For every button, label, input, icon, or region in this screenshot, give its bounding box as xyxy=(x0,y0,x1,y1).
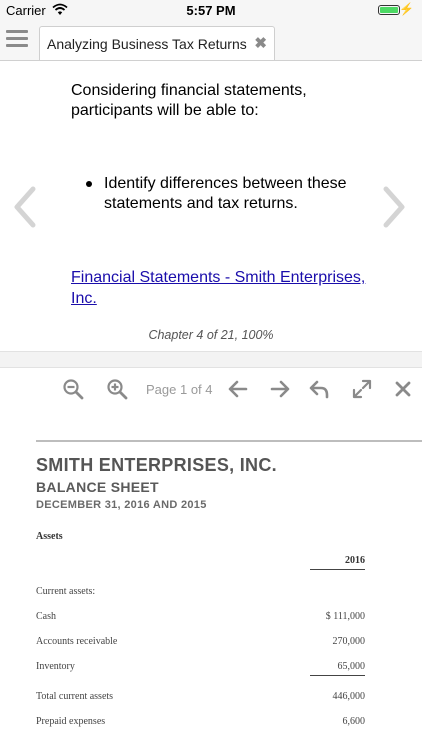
charging-icon: ⚡ xyxy=(399,2,414,16)
row-value: 65,000 xyxy=(337,661,366,672)
section-heading: Assets xyxy=(36,531,63,542)
zoom-out-icon[interactable] xyxy=(62,378,84,400)
chevron-left-icon[interactable] xyxy=(11,185,39,229)
row-value: 6,600 xyxy=(342,716,366,727)
row-label: Total current assets xyxy=(36,691,114,702)
objectives-list: Identify differences between these state… xyxy=(86,174,384,214)
row-label: Inventory xyxy=(36,661,75,672)
row-value: 270,000 xyxy=(332,636,366,647)
status-bar: Carrier 5:57 PM ⚡ xyxy=(0,0,422,20)
statement-dates: DECEMBER 31, 2016 AND 2015 xyxy=(36,499,207,511)
reply-icon[interactable] xyxy=(308,378,330,400)
row-label: Prepaid expenses xyxy=(36,716,106,727)
row-label: Accounts receivable xyxy=(36,636,118,647)
tab-analyzing-business-tax-returns[interactable]: Analyzing Business Tax Returns ✖ xyxy=(39,26,275,60)
close-icon[interactable] xyxy=(392,378,414,400)
year-rule xyxy=(310,569,365,570)
row-label: Current assets: xyxy=(36,586,96,597)
battery-icon xyxy=(378,5,400,15)
zoom-in-icon[interactable] xyxy=(106,378,128,400)
pane-divider[interactable] xyxy=(0,351,422,368)
clock: 5:57 PM xyxy=(186,3,236,18)
tab-bar: Analyzing Business Tax Returns ✖ xyxy=(0,20,422,61)
tab-close-icon[interactable]: ✖ xyxy=(254,34,267,52)
row-value: 446,000 xyxy=(332,691,366,702)
financial-statements-link[interactable]: Financial Statements - Smith Enterprises… xyxy=(71,267,371,309)
list-item: Identify differences between these state… xyxy=(86,174,384,214)
expand-icon[interactable] xyxy=(351,378,373,400)
pdf-page[interactable]: SMITH ENTERPRISES, INC. BALANCE SHEET DE… xyxy=(0,410,422,750)
arrow-right-icon[interactable] xyxy=(269,378,291,400)
pdf-toolbar: Page 1 of 4 xyxy=(0,368,422,411)
header-rule xyxy=(36,440,422,442)
tab-title: Analyzing Business Tax Returns xyxy=(47,36,247,52)
row-label: Cash xyxy=(36,611,56,622)
subtotal-rule xyxy=(310,675,365,676)
list-item-text: Identify differences between these state… xyxy=(104,175,347,212)
page-indicator: Page 1 of 4 xyxy=(146,382,213,397)
row-value: $ 111,000 xyxy=(325,611,365,622)
reader-content: Considering financial statements, partic… xyxy=(0,61,422,351)
statement-title: BALANCE SHEET xyxy=(36,479,159,495)
intro-text: Considering financial statements, partic… xyxy=(71,82,307,119)
chevron-right-icon[interactable] xyxy=(380,185,408,229)
year-header: 2016 xyxy=(345,555,365,566)
bullet-dot xyxy=(86,181,92,187)
company-name: SMITH ENTERPRISES, INC. xyxy=(36,455,277,475)
hamburger-menu-icon[interactable] xyxy=(6,30,28,50)
arrow-left-icon[interactable] xyxy=(227,378,249,400)
chapter-progress: Chapter 4 of 21, 100% xyxy=(148,328,274,342)
